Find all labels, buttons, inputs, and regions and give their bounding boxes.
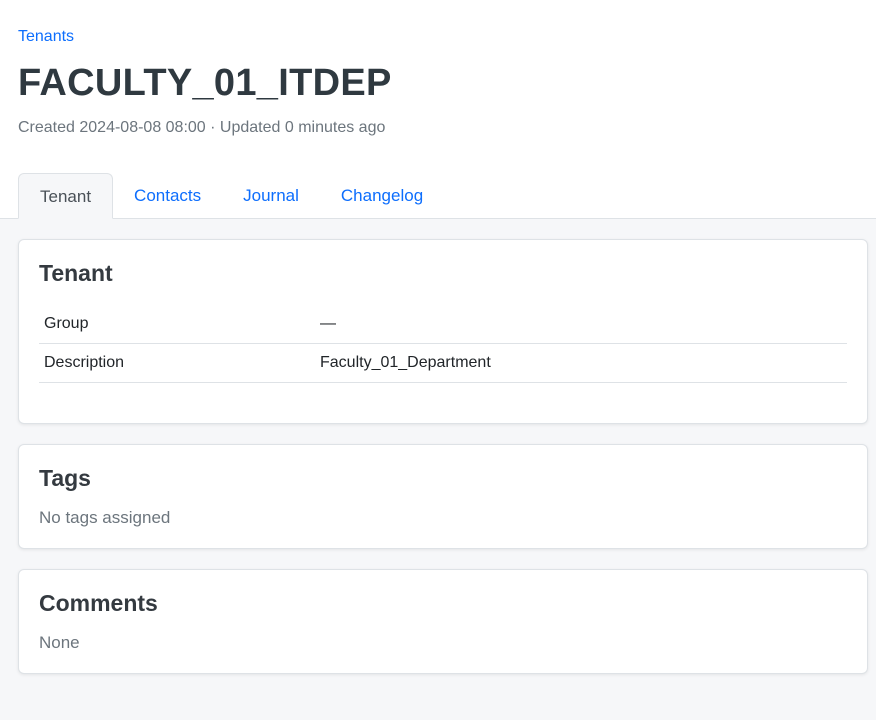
row-value: —	[315, 305, 847, 344]
tags-card: Tags No tags assigned	[18, 444, 868, 549]
page-title: FACULTY_01_ITDEP	[18, 62, 392, 104]
row-label: Description	[39, 343, 315, 383]
table-row: Description Faculty_01_Department	[39, 343, 847, 383]
table-row: Group —	[39, 305, 847, 344]
empty-message: None	[39, 633, 80, 652]
card-title: Tenant	[39, 260, 113, 286]
card-title: Tags	[39, 465, 91, 491]
tab-changelog[interactable]: Changelog	[320, 173, 444, 219]
tab-contacts[interactable]: Contacts	[113, 173, 222, 219]
empty-message: No tags assigned	[39, 508, 171, 527]
tab-bar: Tenant Contacts Journal Changelog	[18, 173, 444, 219]
row-value: Faculty_01_Department	[315, 343, 847, 383]
tab-journal[interactable]: Journal	[222, 173, 320, 219]
tab-content: Tenant Group — Description Faculty_01_De…	[0, 219, 876, 720]
tenant-card: Tenant Group — Description Faculty_01_De…	[18, 239, 868, 424]
timestamps: Created 2024-08-08 08:00 · Updated 0 min…	[18, 119, 386, 136]
tab-tenant[interactable]: Tenant	[18, 173, 114, 219]
page-header: Tenants FACULTY_01_ITDEP Created 2024-08…	[0, 0, 876, 219]
comments-card: Comments None	[18, 569, 868, 674]
breadcrumb-tenants-link[interactable]: Tenants	[18, 28, 74, 46]
card-title: Comments	[39, 590, 158, 616]
row-label: Group	[39, 305, 315, 344]
attributes-table: Group — Description Faculty_01_Departmen…	[39, 305, 847, 383]
